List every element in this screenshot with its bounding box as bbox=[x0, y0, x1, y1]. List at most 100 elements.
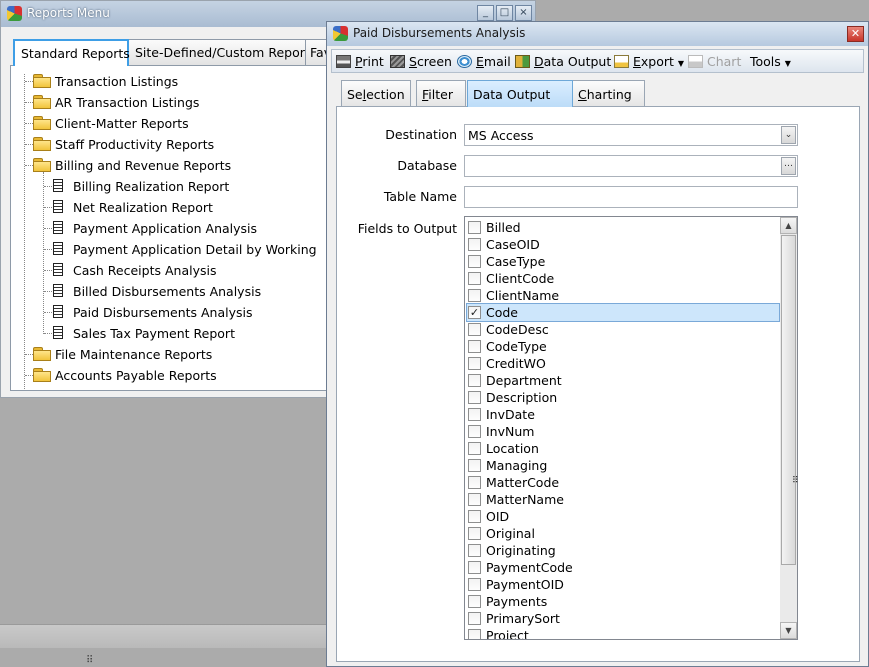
scroll-up-icon[interactable]: ▲ bbox=[780, 217, 797, 234]
tree-item-label: Billed Disbursements Analysis bbox=[73, 284, 262, 299]
tree-folder-item[interactable]: Staff Productivity Reports bbox=[11, 134, 329, 155]
screen-mnemonic: S bbox=[409, 54, 417, 69]
chart-button[interactable]: Chart bbox=[688, 54, 741, 69]
field-list-item[interactable]: CreditWO bbox=[467, 355, 779, 372]
field-list-item[interactable]: Managing bbox=[467, 457, 779, 474]
close-button[interactable]: ✕ bbox=[847, 26, 864, 42]
checkbox-icon[interactable] bbox=[468, 561, 481, 574]
field-list-item[interactable]: InvDate bbox=[467, 406, 779, 423]
chevron-down-icon[interactable]: ⌄ bbox=[781, 126, 796, 144]
checkbox-icon[interactable] bbox=[468, 493, 481, 506]
tree-item-label: Client-Matter Reports bbox=[55, 116, 189, 131]
tree-report-item[interactable]: Billed Disbursements Analysis bbox=[11, 281, 329, 302]
checkbox-icon[interactable] bbox=[468, 527, 481, 540]
tree-folder-item[interactable]: Accounts Payable Reports bbox=[11, 365, 329, 386]
tree-report-item[interactable]: Net Realization Report bbox=[11, 197, 329, 218]
checkbox-icon[interactable] bbox=[468, 272, 481, 285]
checkbox-icon[interactable] bbox=[468, 425, 481, 438]
email-button[interactable]: Email bbox=[457, 54, 511, 69]
field-list-item[interactable]: Project bbox=[467, 627, 779, 639]
export-button[interactable]: Export ▼ bbox=[614, 54, 684, 69]
paid-disbursements-title: Paid Disbursements Analysis bbox=[353, 26, 526, 40]
tree-folder-item[interactable]: Client-Matter Reports bbox=[11, 113, 329, 134]
tab-selection[interactable]: Selection bbox=[341, 80, 411, 107]
field-list-item[interactable]: Original bbox=[467, 525, 779, 542]
tools-menu-button[interactable]: Tools ▼ bbox=[750, 54, 791, 69]
tab-site-defined-custom-reports[interactable]: Site-Defined/Custom Reports bbox=[128, 39, 316, 65]
field-list-item[interactable]: ✓ Code bbox=[466, 303, 780, 322]
checkbox-icon[interactable] bbox=[468, 459, 481, 472]
print-button[interactable]: Print bbox=[336, 54, 384, 69]
checkbox-icon[interactable] bbox=[468, 629, 481, 639]
field-list-item[interactable]: CodeType bbox=[467, 338, 779, 355]
field-list-item[interactable]: Originating bbox=[467, 542, 779, 559]
checkbox-icon[interactable] bbox=[468, 578, 481, 591]
tab-data-output[interactable]: Data Output bbox=[467, 80, 573, 107]
field-list-item[interactable]: Billed bbox=[467, 219, 779, 236]
screen-button[interactable]: Screen bbox=[390, 54, 452, 69]
field-list-item[interactable]: CodeDesc bbox=[467, 321, 779, 338]
paid-disbursements-titlebar[interactable]: Paid Disbursements Analysis ✕ bbox=[327, 22, 868, 46]
checkbox-icon[interactable] bbox=[468, 340, 481, 353]
field-list-item[interactable]: Location bbox=[467, 440, 779, 457]
field-list-item[interactable]: CaseType bbox=[467, 253, 779, 270]
tree-report-item[interactable]: Payment Application Analysis bbox=[11, 218, 329, 239]
tab-standard-reports[interactable]: Standard Reports bbox=[13, 39, 130, 66]
checkbox-icon[interactable] bbox=[468, 221, 481, 234]
field-list-item[interactable]: PrimarySort bbox=[467, 610, 779, 627]
browse-ellipsis-icon[interactable]: … bbox=[781, 157, 796, 175]
field-list-item[interactable]: PaymentOID bbox=[467, 576, 779, 593]
tree-folder-item[interactable]: Billing and Revenue Reports bbox=[11, 155, 329, 176]
checkbox-icon[interactable] bbox=[468, 238, 481, 251]
field-list-item[interactable]: MatterName bbox=[467, 491, 779, 508]
tree-report-item[interactable]: Billing Realization Report bbox=[11, 176, 329, 197]
tree-folder-item[interactable]: Transaction Listings bbox=[11, 71, 329, 92]
checkbox-icon[interactable] bbox=[468, 595, 481, 608]
close-icon[interactable]: × bbox=[515, 5, 532, 21]
data-output-button[interactable]: Data Output bbox=[515, 54, 611, 69]
checkbox-icon[interactable] bbox=[468, 255, 481, 268]
splitter-grip-icon[interactable]: ⠿ bbox=[792, 476, 799, 486]
checkbox-checked-icon[interactable]: ✓ bbox=[468, 306, 481, 319]
table-name-input[interactable] bbox=[464, 186, 798, 208]
checkbox-icon[interactable] bbox=[468, 510, 481, 523]
field-list-item[interactable]: Description bbox=[467, 389, 779, 406]
field-list-item[interactable]: OID bbox=[467, 508, 779, 525]
tab-filter[interactable]: Filter bbox=[416, 80, 466, 107]
maximize-icon[interactable]: □ bbox=[496, 5, 513, 21]
fields-to-output-list[interactable]: Billed CaseOID CaseType ClientCode ClientNam… bbox=[464, 216, 798, 640]
checkbox-icon[interactable] bbox=[468, 442, 481, 455]
minimize-icon[interactable]: _ bbox=[477, 5, 494, 21]
field-list-item[interactable]: Payments bbox=[467, 593, 779, 610]
destination-select[interactable]: MS Access ⌄ bbox=[464, 124, 798, 146]
database-field[interactable]: … bbox=[464, 155, 798, 177]
checkbox-icon[interactable] bbox=[468, 612, 481, 625]
field-list-item[interactable]: ClientName bbox=[467, 287, 779, 304]
tree-report-item[interactable]: Payment Application Detail by Working bbox=[11, 239, 329, 260]
tree-report-item[interactable]: Paid Disbursements Analysis bbox=[11, 302, 329, 323]
field-list-item[interactable]: CaseOID bbox=[467, 236, 779, 253]
tree-folder-item[interactable]: AR Transaction Listings bbox=[11, 92, 329, 113]
field-list-item[interactable]: ClientCode bbox=[467, 270, 779, 287]
resize-grip-icon[interactable]: ⠿ bbox=[86, 655, 93, 666]
field-list-item[interactable]: PaymentCode bbox=[467, 559, 779, 576]
field-list-scrollbar[interactable]: ▲ ▼ bbox=[780, 217, 797, 639]
scroll-down-icon[interactable]: ▼ bbox=[780, 622, 797, 639]
checkbox-icon[interactable] bbox=[468, 323, 481, 336]
tab-label: Standard Reports bbox=[21, 46, 130, 61]
tree-report-item[interactable]: Sales Tax Payment Report bbox=[11, 323, 329, 344]
checkbox-icon[interactable] bbox=[468, 544, 481, 557]
tab-charting[interactable]: Charting bbox=[572, 80, 645, 107]
field-list-item[interactable]: InvNum bbox=[467, 423, 779, 440]
checkbox-icon[interactable] bbox=[468, 391, 481, 404]
field-list-item[interactable]: Department bbox=[467, 372, 779, 389]
tree-folder-item[interactable]: File Maintenance Reports bbox=[11, 344, 329, 365]
checkbox-icon[interactable] bbox=[468, 408, 481, 421]
checkbox-icon[interactable] bbox=[468, 476, 481, 489]
scroll-thumb[interactable] bbox=[781, 235, 796, 565]
tree-report-item[interactable]: Cash Receipts Analysis bbox=[11, 260, 329, 281]
checkbox-icon[interactable] bbox=[468, 289, 481, 302]
checkbox-icon[interactable] bbox=[468, 374, 481, 387]
field-list-item[interactable]: MatterCode bbox=[467, 474, 779, 491]
checkbox-icon[interactable] bbox=[468, 357, 481, 370]
